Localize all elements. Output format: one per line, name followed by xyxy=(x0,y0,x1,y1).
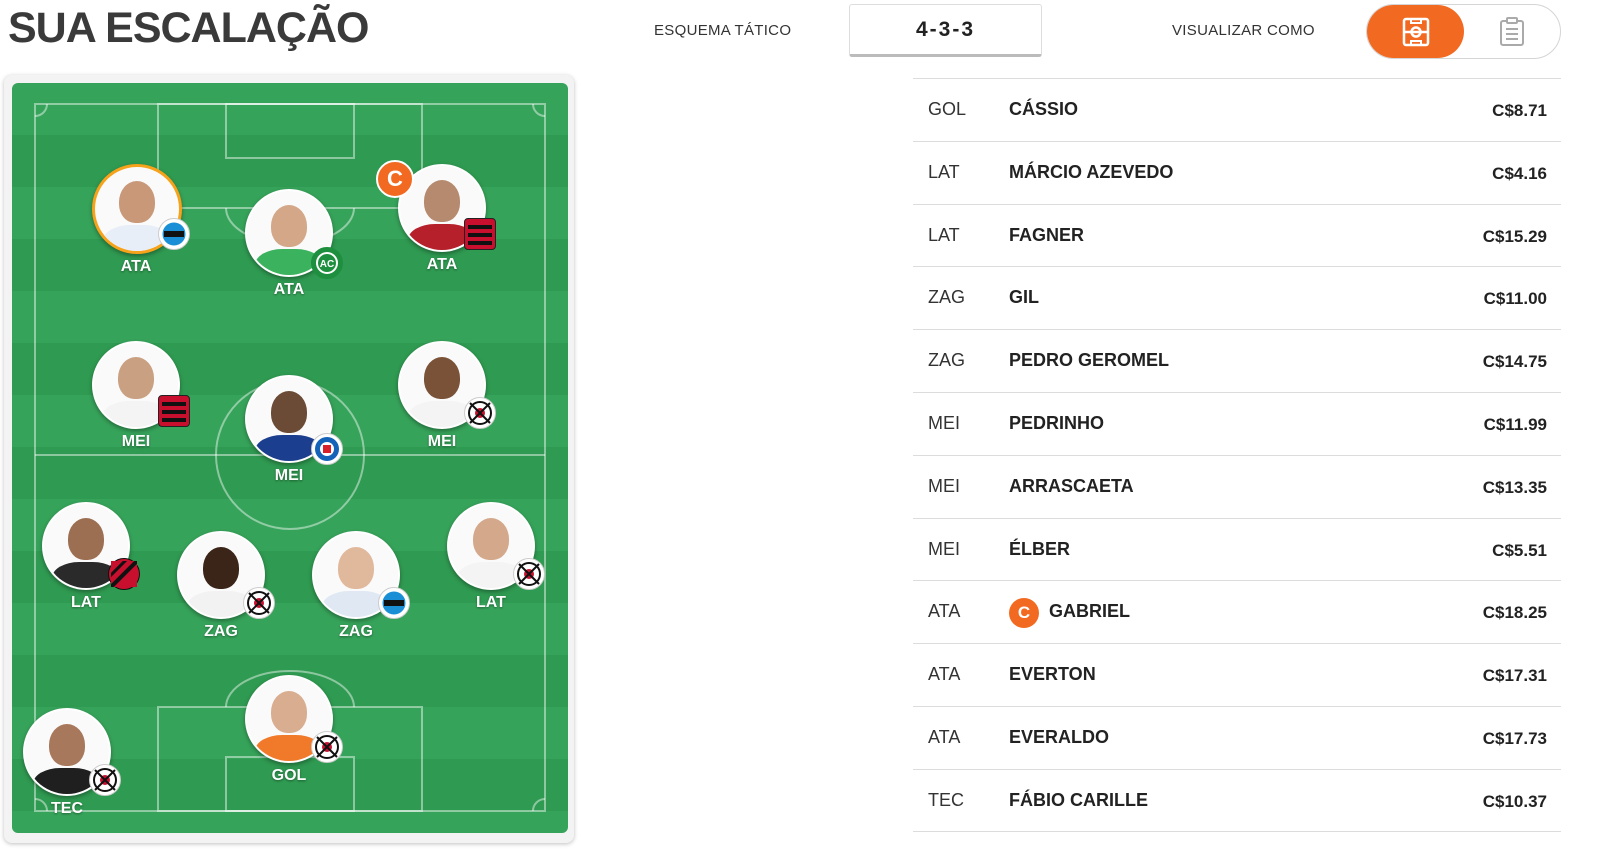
list-view-icon xyxy=(1500,16,1524,46)
corinthians-crest-icon xyxy=(89,764,121,796)
scheme-select[interactable]: 4-3-3 xyxy=(849,4,1042,57)
list-item[interactable]: ATA EVERALDO C$17.73 xyxy=(913,705,1561,769)
list-item[interactable]: ATA EVERTON C$17.31 xyxy=(913,643,1561,706)
row-player-name: FÁBIO CARILLE xyxy=(1009,789,1148,810)
field-view-button[interactable] xyxy=(1367,5,1464,58)
list-item[interactable]: ZAG GIL C$11.00 xyxy=(913,266,1561,329)
row-player-name: ARRASCAETA xyxy=(1009,475,1134,496)
row-position: TEC xyxy=(928,789,964,810)
corinthians-crest-icon xyxy=(513,558,545,590)
row-player-name: GABRIEL xyxy=(1049,601,1130,622)
field-player[interactable]: C ATA xyxy=(376,160,496,274)
svg-text:AC: AC xyxy=(320,259,334,270)
row-player-name: EVERTON xyxy=(1009,664,1096,685)
field-player[interactable]: GOL xyxy=(245,675,343,785)
player-position: ATA xyxy=(120,258,152,275)
athletico-crest-icon xyxy=(108,558,140,590)
field-player[interactable]: AC ATA xyxy=(245,189,343,299)
list-item[interactable]: TEC FÁBIO CARILLE C$10.37 xyxy=(913,768,1561,832)
list-item[interactable]: ZAG PEDRO GEROMEL C$14.75 xyxy=(913,329,1561,392)
player-position: ZAG xyxy=(204,623,238,640)
row-price: C$4.16 xyxy=(1492,163,1547,183)
row-player-name: GIL xyxy=(1009,287,1039,308)
row-player-name: CÁSSIO xyxy=(1009,99,1079,119)
row-position: MEI xyxy=(928,412,961,433)
row-position: GOL xyxy=(928,99,967,119)
row-position: ATA xyxy=(928,601,961,622)
list-item[interactable]: LAT FAGNER C$15.29 xyxy=(913,203,1561,267)
corinthians-crest-icon xyxy=(311,731,343,763)
row-position: MEI xyxy=(928,538,961,559)
list-item[interactable]: LAT MÁRCIO AZEVEDO C$4.16 xyxy=(913,140,1561,204)
captain-badge: C xyxy=(1009,598,1039,629)
row-player-name: FAGNER xyxy=(1009,224,1085,245)
player-position: LAT xyxy=(71,594,101,611)
row-price: C$11.99 xyxy=(1483,414,1547,434)
lineup-list: GOL CÁSSIO C$8.71 LAT MÁRCIO AZEVEDO C$4.16 … xyxy=(913,78,1561,832)
list-item[interactable]: GOL CÁSSIO C$8.71 xyxy=(913,78,1561,141)
gremio-crest-icon xyxy=(378,587,410,619)
scheme-label: ESQUEMA TÁTICO xyxy=(654,22,792,39)
corinthians-crest-icon xyxy=(243,587,275,619)
view-label: VISUALIZAR COMO xyxy=(1172,22,1315,39)
list-view-button[interactable] xyxy=(1464,5,1560,58)
player-position: MEI xyxy=(274,467,304,484)
row-price: C$11.00 xyxy=(1483,289,1547,309)
field-player[interactable]: ZAG xyxy=(312,531,410,641)
row-position: ATA xyxy=(928,726,961,747)
row-position: LAT xyxy=(928,161,960,182)
chapecoense-crest-icon: AC xyxy=(311,247,343,279)
player-position: ZAG xyxy=(339,623,373,640)
row-position: ZAG xyxy=(928,287,966,308)
field-player[interactable]: ZAG xyxy=(177,531,275,641)
list-item[interactable]: MEI ARRASCAETA C$13.35 xyxy=(913,454,1561,518)
row-player-name: PEDRO GEROMEL xyxy=(1009,350,1170,371)
field-player[interactable]: MEI xyxy=(398,341,496,451)
flamengo-crest-icon xyxy=(464,218,496,250)
row-price: C$18.25 xyxy=(1482,603,1547,623)
row-position: LAT xyxy=(928,224,960,245)
row-price: C$8.71 xyxy=(1492,101,1547,120)
list-item[interactable]: MEI ÉLBER C$5.51 xyxy=(913,517,1561,581)
player-position: ATA xyxy=(426,256,458,273)
player-position: LAT xyxy=(476,594,506,611)
view-toggle[interactable] xyxy=(1366,4,1561,59)
row-price: C$13.35 xyxy=(1482,477,1547,497)
list-item[interactable]: MEI PEDRINHO C$11.99 xyxy=(913,391,1561,455)
lineup-field-panel: ATA AC ATA C ATA MEI MEI MEI LAT ZAG ZAG… xyxy=(4,75,574,843)
player-position: MEI xyxy=(121,433,151,450)
field-player[interactable]: LAT xyxy=(42,502,140,612)
row-player-name: MÁRCIO AZEVEDO xyxy=(1009,161,1174,182)
row-price: C$17.31 xyxy=(1482,666,1547,686)
player-position: TEC xyxy=(51,800,83,817)
row-player-name: ÉLBER xyxy=(1009,538,1071,559)
player-position: MEI xyxy=(427,433,457,450)
captain-badge: C xyxy=(376,160,414,198)
flamengo-crest-icon xyxy=(158,395,190,427)
field-player[interactable]: TEC xyxy=(23,708,121,818)
list-item[interactable]: ATA C GABRIEL C$18.25 xyxy=(913,580,1561,643)
field-player[interactable]: LAT xyxy=(447,502,545,612)
field-view-icon xyxy=(1402,17,1429,46)
gremio-crest-icon xyxy=(158,218,190,250)
row-price: C$17.73 xyxy=(1482,728,1547,748)
row-price: C$10.37 xyxy=(1482,791,1547,811)
field-player[interactable]: ATA xyxy=(92,164,190,276)
corinthians-crest-icon xyxy=(464,397,496,429)
row-price: C$15.29 xyxy=(1482,226,1547,246)
row-position: ZAG xyxy=(928,350,966,371)
row-player-name: PEDRINHO xyxy=(1009,412,1105,433)
field-player[interactable]: MEI xyxy=(245,375,343,485)
row-position: ATA xyxy=(928,664,961,685)
player-position: ATA xyxy=(273,281,305,298)
row-position: MEI xyxy=(928,475,961,496)
row-price: C$14.75 xyxy=(1482,352,1547,372)
page-title: SUA ESCALAÇÃO xyxy=(8,4,369,52)
bahia-crest-icon xyxy=(311,433,343,465)
row-price: C$5.51 xyxy=(1492,540,1547,560)
row-player-name: EVERALDO xyxy=(1009,726,1110,747)
field-player[interactable]: MEI xyxy=(92,341,190,451)
player-position: GOL xyxy=(271,767,307,784)
